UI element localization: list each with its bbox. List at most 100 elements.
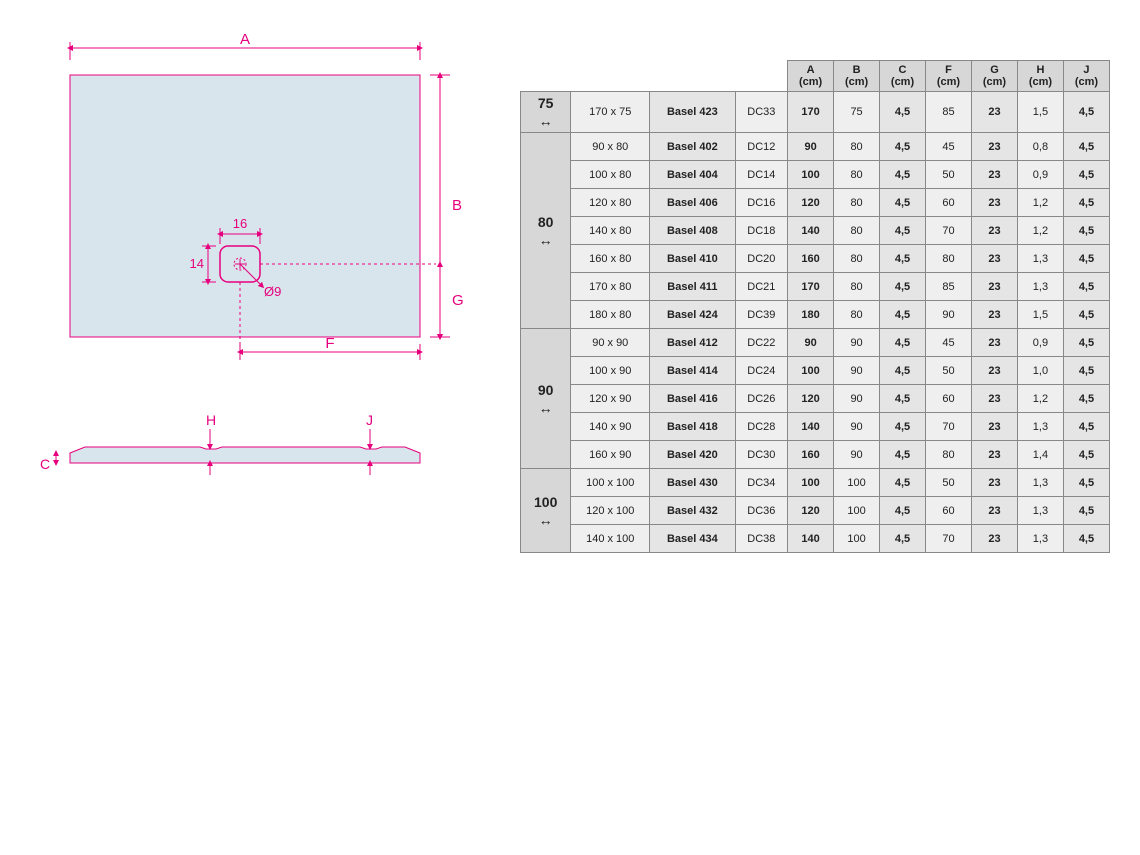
table-head: A(cm)B(cm)C(cm)F(cm)G(cm)H(cm)J(cm) bbox=[521, 61, 1110, 92]
value-cell: 23 bbox=[971, 161, 1017, 189]
model-cell: Basel 418 bbox=[650, 413, 735, 441]
size-cell: 140 x 90 bbox=[571, 413, 650, 441]
group-cell: 80↔ bbox=[521, 133, 571, 329]
value-cell: 90 bbox=[834, 441, 880, 469]
value-cell: 4,5 bbox=[880, 525, 926, 553]
value-cell: 50 bbox=[926, 357, 972, 385]
value-cell: 0,9 bbox=[1017, 161, 1063, 189]
value-cell: 4,5 bbox=[1063, 217, 1109, 245]
value-cell: 23 bbox=[971, 133, 1017, 161]
drain-width: 16 bbox=[233, 216, 247, 231]
table-row: 120 x 90Basel 416DC26120904,560231,24,5 bbox=[521, 385, 1110, 413]
code-cell: DC12 bbox=[735, 133, 788, 161]
value-cell: 60 bbox=[926, 385, 972, 413]
code-cell: DC26 bbox=[735, 385, 788, 413]
value-cell: 4,5 bbox=[880, 133, 926, 161]
code-cell: DC16 bbox=[735, 189, 788, 217]
group-cell: 75↔ bbox=[521, 92, 571, 133]
header-spacer bbox=[571, 61, 650, 92]
value-cell: 1,3 bbox=[1017, 413, 1063, 441]
value-cell: 4,5 bbox=[1063, 273, 1109, 301]
value-cell: 85 bbox=[926, 92, 972, 133]
value-cell: 4,5 bbox=[1063, 497, 1109, 525]
value-cell: 4,5 bbox=[1063, 441, 1109, 469]
value-cell: 4,5 bbox=[1063, 245, 1109, 273]
model-cell: Basel 430 bbox=[650, 469, 735, 497]
model-cell: Basel 414 bbox=[650, 357, 735, 385]
value-cell: 80 bbox=[926, 441, 972, 469]
value-cell: 4,5 bbox=[880, 329, 926, 357]
value-cell: 180 bbox=[788, 301, 834, 329]
value-cell: 80 bbox=[926, 245, 972, 273]
model-cell: Basel 424 bbox=[650, 301, 735, 329]
value-cell: 100 bbox=[834, 525, 880, 553]
value-cell: 100 bbox=[788, 161, 834, 189]
dimensions-table-wrap: A(cm)B(cm)C(cm)F(cm)G(cm)H(cm)J(cm) 75↔1… bbox=[520, 60, 1110, 553]
model-cell: Basel 408 bbox=[650, 217, 735, 245]
size-cell: 90 x 80 bbox=[571, 133, 650, 161]
size-cell: 170 x 75 bbox=[571, 92, 650, 133]
model-cell: Basel 423 bbox=[650, 92, 735, 133]
value-cell: 23 bbox=[971, 217, 1017, 245]
value-cell: 4,5 bbox=[880, 413, 926, 441]
value-cell: 80 bbox=[834, 161, 880, 189]
value-cell: 140 bbox=[788, 525, 834, 553]
value-cell: 4,5 bbox=[1063, 133, 1109, 161]
model-cell: Basel 411 bbox=[650, 273, 735, 301]
value-cell: 70 bbox=[926, 413, 972, 441]
drawing-svg: A B G F 16 bbox=[40, 30, 470, 510]
table-row: 90↔90 x 90Basel 412DC2290904,545230,94,5 bbox=[521, 329, 1110, 357]
value-cell: 1,0 bbox=[1017, 357, 1063, 385]
value-cell: 1,5 bbox=[1017, 301, 1063, 329]
value-cell: 1,2 bbox=[1017, 385, 1063, 413]
model-cell: Basel 420 bbox=[650, 441, 735, 469]
table-row: 80↔90 x 80Basel 402DC1290804,545230,84,5 bbox=[521, 133, 1110, 161]
value-cell: 0,8 bbox=[1017, 133, 1063, 161]
value-cell: 23 bbox=[971, 525, 1017, 553]
value-cell: 4,5 bbox=[1063, 189, 1109, 217]
value-cell: 23 bbox=[971, 92, 1017, 133]
page: A B G F 16 bbox=[0, 0, 1140, 855]
size-cell: 90 x 90 bbox=[571, 329, 650, 357]
group-cell: 90↔ bbox=[521, 329, 571, 469]
model-cell: Basel 406 bbox=[650, 189, 735, 217]
col-header: H(cm) bbox=[1017, 61, 1063, 92]
value-cell: 170 bbox=[788, 273, 834, 301]
value-cell: 50 bbox=[926, 161, 972, 189]
value-cell: 4,5 bbox=[1063, 161, 1109, 189]
table-row: 100↔100 x 100Basel 430DC341001004,550231… bbox=[521, 469, 1110, 497]
col-header: F(cm) bbox=[926, 61, 972, 92]
value-cell: 0,9 bbox=[1017, 329, 1063, 357]
code-cell: DC36 bbox=[735, 497, 788, 525]
value-cell: 100 bbox=[788, 357, 834, 385]
value-cell: 140 bbox=[788, 217, 834, 245]
size-cell: 120 x 90 bbox=[571, 385, 650, 413]
value-cell: 23 bbox=[971, 189, 1017, 217]
size-cell: 140 x 80 bbox=[571, 217, 650, 245]
size-cell: 160 x 80 bbox=[571, 245, 650, 273]
value-cell: 1,2 bbox=[1017, 189, 1063, 217]
value-cell: 1,4 bbox=[1017, 441, 1063, 469]
code-cell: DC28 bbox=[735, 413, 788, 441]
value-cell: 100 bbox=[834, 469, 880, 497]
value-cell: 100 bbox=[788, 469, 834, 497]
col-header: G(cm) bbox=[971, 61, 1017, 92]
table-row: 100 x 80Basel 404DC14100804,550230,94,5 bbox=[521, 161, 1110, 189]
model-cell: Basel 416 bbox=[650, 385, 735, 413]
table-row: 170 x 80Basel 411DC21170804,585231,34,5 bbox=[521, 273, 1110, 301]
dim-G: G bbox=[452, 292, 464, 309]
code-cell: DC34 bbox=[735, 469, 788, 497]
value-cell: 80 bbox=[834, 301, 880, 329]
model-cell: Basel 404 bbox=[650, 161, 735, 189]
group-cell: 100↔ bbox=[521, 469, 571, 553]
value-cell: 90 bbox=[834, 329, 880, 357]
dim-C: C bbox=[40, 456, 50, 472]
value-cell: 1,3 bbox=[1017, 273, 1063, 301]
value-cell: 4,5 bbox=[880, 161, 926, 189]
value-cell: 4,5 bbox=[1063, 413, 1109, 441]
table-row: 140 x 80Basel 408DC18140804,570231,24,5 bbox=[521, 217, 1110, 245]
value-cell: 4,5 bbox=[880, 497, 926, 525]
code-cell: DC24 bbox=[735, 357, 788, 385]
model-cell: Basel 432 bbox=[650, 497, 735, 525]
model-cell: Basel 434 bbox=[650, 525, 735, 553]
